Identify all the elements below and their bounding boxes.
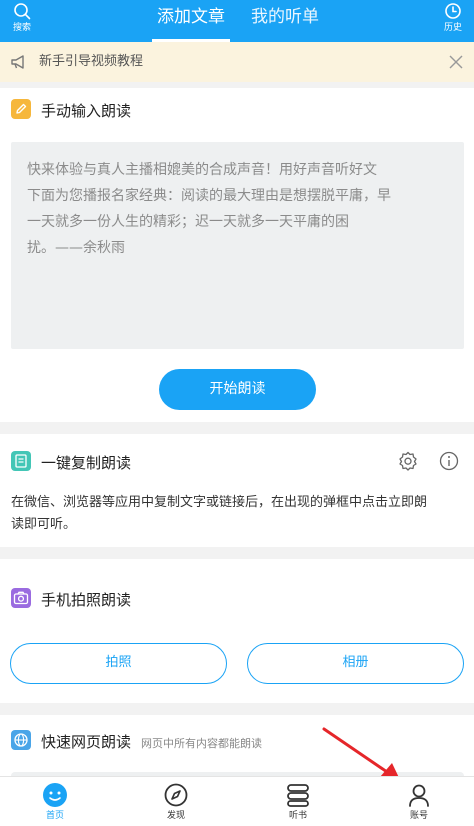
nav-account[interactable]: 账号 — [389, 777, 449, 826]
user-icon — [409, 784, 429, 807]
nav-discover-label: 发现 — [166, 811, 185, 821]
compass-icon — [164, 783, 188, 807]
nav-audiobooks-label: 听书 — [288, 811, 307, 821]
annotation-arrow-icon — [322, 727, 402, 784]
book-stack-icon — [287, 784, 309, 807]
bottom-navigation: 首页 发现 听书 账号 — [0, 776, 474, 826]
nav-audiobooks[interactable]: 听书 — [268, 777, 328, 826]
nav-discover[interactable]: 发现 — [146, 777, 206, 826]
home-face-icon — [43, 783, 67, 807]
nav-account-label: 账号 — [409, 811, 428, 821]
nav-home-label: 首页 — [45, 811, 64, 821]
nav-home[interactable]: 首页 — [25, 777, 85, 826]
